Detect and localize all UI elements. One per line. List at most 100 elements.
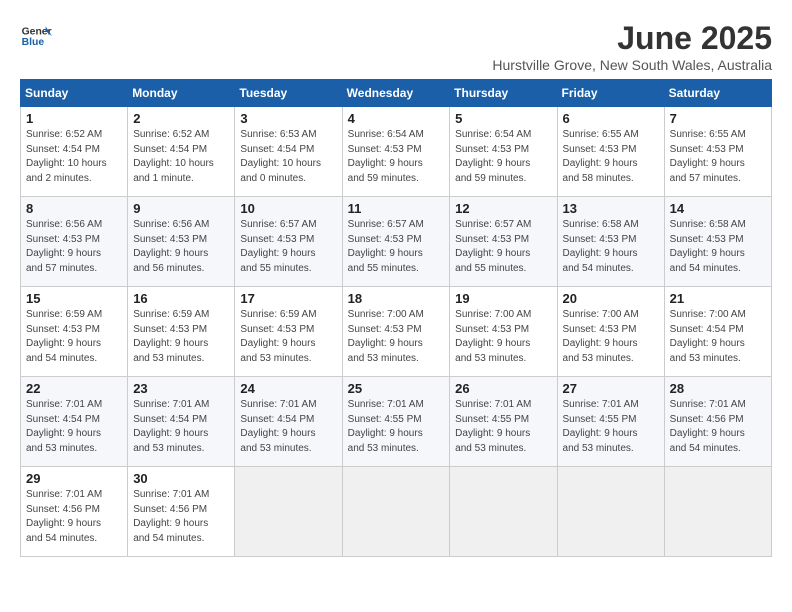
day-info: Sunrise: 6:55 AM Sunset: 4:53 PM Dayligh…: [670, 128, 766, 186]
calendar-cell: 28 Sunrise: 7:01 AM Sunset: 4:56 PM Dayli…: [664, 377, 771, 467]
week-row-5: 29 Sunrise: 7:01 AM Sunset: 4:56 PM Dayli…: [21, 467, 772, 557]
day-number: 18: [348, 291, 445, 306]
calendar-cell: 10 Sunrise: 6:57 AM Sunset: 4:53 PM Dayli…: [235, 197, 342, 287]
day-info: Sunrise: 6:53 AM Sunset: 4:54 PM Dayligh…: [240, 128, 336, 186]
day-info: Sunrise: 7:01 AM Sunset: 4:56 PM Dayligh…: [670, 398, 766, 456]
day-info: Sunrise: 7:01 AM Sunset: 4:55 PM Dayligh…: [563, 398, 659, 456]
calendar-cell: 3 Sunrise: 6:53 AM Sunset: 4:54 PM Daylig…: [235, 107, 342, 197]
week-row-4: 22 Sunrise: 7:01 AM Sunset: 4:54 PM Dayli…: [21, 377, 772, 467]
header: General Blue June 2025 Hurstville Grove,…: [20, 20, 772, 73]
day-info: Sunrise: 6:54 AM Sunset: 4:53 PM Dayligh…: [348, 128, 445, 186]
day-info: Sunrise: 6:55 AM Sunset: 4:53 PM Dayligh…: [563, 128, 659, 186]
calendar-cell: [450, 467, 557, 557]
day-number: 22: [26, 381, 122, 396]
day-number: 23: [133, 381, 229, 396]
day-number: 17: [240, 291, 336, 306]
calendar-cell: 9Sunrise: 6:56 AM Sunset: 4:53 PM Daylig…: [128, 197, 235, 287]
day-info: Sunrise: 7:01 AM Sunset: 4:54 PM Dayligh…: [26, 398, 122, 456]
calendar-cell: [664, 467, 771, 557]
calendar-cell: 24 Sunrise: 7:01 AM Sunset: 4:54 PM Dayli…: [235, 377, 342, 467]
day-number: 10: [240, 201, 336, 216]
day-number: 28: [670, 381, 766, 396]
calendar-cell: 6 Sunrise: 6:55 AM Sunset: 4:53 PM Daylig…: [557, 107, 664, 197]
logo-icon: General Blue: [20, 20, 52, 52]
day-info: Sunrise: 6:59 AM Sunset: 4:53 PM Dayligh…: [240, 308, 336, 366]
calendar-cell: 1Sunrise: 6:52 AM Sunset: 4:54 PM Daylig…: [21, 107, 128, 197]
day-info: Sunrise: 7:01 AM Sunset: 4:55 PM Dayligh…: [348, 398, 445, 456]
day-info: Sunrise: 6:56 AM Sunset: 4:53 PM Dayligh…: [26, 218, 122, 276]
day-info: Sunrise: 6:52 AM Sunset: 4:54 PM Dayligh…: [26, 128, 122, 186]
calendar-cell: 21 Sunrise: 7:00 AM Sunset: 4:54 PM Dayli…: [664, 287, 771, 377]
day-number: 12: [455, 201, 551, 216]
calendar: SundayMondayTuesdayWednesdayThursdayFrid…: [20, 79, 772, 557]
day-number: 25: [348, 381, 445, 396]
subtitle: Hurstville Grove, New South Wales, Austr…: [492, 57, 772, 73]
weekday-header-row: SundayMondayTuesdayWednesdayThursdayFrid…: [21, 80, 772, 107]
calendar-cell: 4Sunrise: 6:54 AM Sunset: 4:53 PM Daylig…: [342, 107, 450, 197]
day-number: 6: [563, 111, 659, 126]
weekday-header-monday: Monday: [128, 80, 235, 107]
week-row-1: 1Sunrise: 6:52 AM Sunset: 4:54 PM Daylig…: [21, 107, 772, 197]
day-info: Sunrise: 7:00 AM Sunset: 4:53 PM Dayligh…: [348, 308, 445, 366]
calendar-cell: 5 Sunrise: 6:54 AM Sunset: 4:53 PM Daylig…: [450, 107, 557, 197]
calendar-cell: 15Sunrise: 6:59 AM Sunset: 4:53 PM Dayli…: [21, 287, 128, 377]
day-info: Sunrise: 6:58 AM Sunset: 4:53 PM Dayligh…: [670, 218, 766, 276]
day-number: 2: [133, 111, 229, 126]
day-info: Sunrise: 7:00 AM Sunset: 4:53 PM Dayligh…: [563, 308, 659, 366]
calendar-cell: 30Sunrise: 7:01 AM Sunset: 4:56 PM Dayli…: [128, 467, 235, 557]
day-info: Sunrise: 7:01 AM Sunset: 4:54 PM Dayligh…: [240, 398, 336, 456]
calendar-cell: 27 Sunrise: 7:01 AM Sunset: 4:55 PM Dayli…: [557, 377, 664, 467]
day-info: Sunrise: 7:00 AM Sunset: 4:54 PM Dayligh…: [670, 308, 766, 366]
calendar-cell: 29 Sunrise: 7:01 AM Sunset: 4:56 PM Dayli…: [21, 467, 128, 557]
day-info: Sunrise: 7:01 AM Sunset: 4:54 PM Dayligh…: [133, 398, 229, 456]
day-number: 5: [455, 111, 551, 126]
day-info: Sunrise: 7:00 AM Sunset: 4:53 PM Dayligh…: [455, 308, 551, 366]
calendar-cell: 22 Sunrise: 7:01 AM Sunset: 4:54 PM Dayli…: [21, 377, 128, 467]
day-info: Sunrise: 6:54 AM Sunset: 4:53 PM Dayligh…: [455, 128, 551, 186]
calendar-cell: 14 Sunrise: 6:58 AM Sunset: 4:53 PM Dayli…: [664, 197, 771, 287]
calendar-cell: [235, 467, 342, 557]
day-info: Sunrise: 6:59 AM Sunset: 4:53 PM Dayligh…: [26, 308, 122, 366]
month-title: June 2025: [492, 20, 772, 57]
calendar-cell: 12 Sunrise: 6:57 AM Sunset: 4:53 PM Dayli…: [450, 197, 557, 287]
day-info: Sunrise: 7:01 AM Sunset: 4:56 PM Dayligh…: [26, 488, 122, 546]
weekday-header-wednesday: Wednesday: [342, 80, 450, 107]
day-number: 21: [670, 291, 766, 306]
day-number: 20: [563, 291, 659, 306]
calendar-cell: [557, 467, 664, 557]
day-number: 8: [26, 201, 122, 216]
day-number: 7: [670, 111, 766, 126]
day-number: 3: [240, 111, 336, 126]
calendar-cell: 25 Sunrise: 7:01 AM Sunset: 4:55 PM Dayli…: [342, 377, 450, 467]
calendar-cell: 17 Sunrise: 6:59 AM Sunset: 4:53 PM Dayli…: [235, 287, 342, 377]
day-info: Sunrise: 6:57 AM Sunset: 4:53 PM Dayligh…: [455, 218, 551, 276]
calendar-cell: 26Sunrise: 7:01 AM Sunset: 4:55 PM Dayli…: [450, 377, 557, 467]
day-number: 16: [133, 291, 229, 306]
day-info: Sunrise: 7:01 AM Sunset: 4:55 PM Dayligh…: [455, 398, 551, 456]
day-number: 13: [563, 201, 659, 216]
calendar-cell: 20 Sunrise: 7:00 AM Sunset: 4:53 PM Dayli…: [557, 287, 664, 377]
calendar-cell: [342, 467, 450, 557]
day-info: Sunrise: 7:01 AM Sunset: 4:56 PM Dayligh…: [133, 488, 229, 546]
weekday-header-thursday: Thursday: [450, 80, 557, 107]
day-info: Sunrise: 6:57 AM Sunset: 4:53 PM Dayligh…: [240, 218, 336, 276]
calendar-cell: 13 Sunrise: 6:58 AM Sunset: 4:53 PM Dayli…: [557, 197, 664, 287]
calendar-cell: 19 Sunrise: 7:00 AM Sunset: 4:53 PM Dayli…: [450, 287, 557, 377]
day-number: 14: [670, 201, 766, 216]
day-number: 19: [455, 291, 551, 306]
day-info: Sunrise: 6:56 AM Sunset: 4:53 PM Dayligh…: [133, 218, 229, 276]
calendar-cell: 11Sunrise: 6:57 AM Sunset: 4:53 PM Dayli…: [342, 197, 450, 287]
calendar-cell: 8 Sunrise: 6:56 AM Sunset: 4:53 PM Daylig…: [21, 197, 128, 287]
calendar-cell: 16Sunrise: 6:59 AM Sunset: 4:53 PM Dayli…: [128, 287, 235, 377]
day-number: 29: [26, 471, 122, 486]
day-number: 24: [240, 381, 336, 396]
day-info: Sunrise: 6:58 AM Sunset: 4:53 PM Dayligh…: [563, 218, 659, 276]
svg-text:Blue: Blue: [22, 37, 45, 48]
day-info: Sunrise: 6:57 AM Sunset: 4:53 PM Dayligh…: [348, 218, 445, 276]
day-number: 27: [563, 381, 659, 396]
calendar-cell: 18 Sunrise: 7:00 AM Sunset: 4:53 PM Dayli…: [342, 287, 450, 377]
calendar-cell: 7 Sunrise: 6:55 AM Sunset: 4:53 PM Daylig…: [664, 107, 771, 197]
calendar-cell: 23 Sunrise: 7:01 AM Sunset: 4:54 PM Dayli…: [128, 377, 235, 467]
title-area: June 2025 Hurstville Grove, New South Wa…: [492, 20, 772, 73]
weekday-header-friday: Friday: [557, 80, 664, 107]
